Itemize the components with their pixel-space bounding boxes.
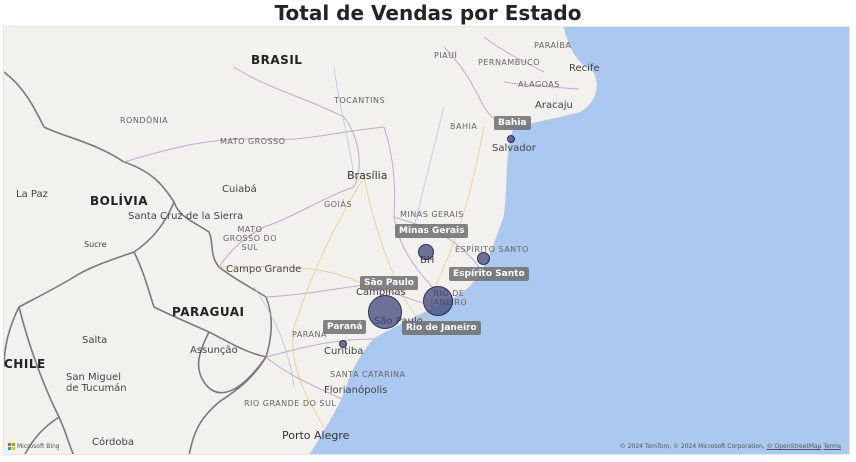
- city-label-aracaju: Aracaju: [535, 100, 573, 111]
- state-label-pernambuco: PERNAMBUCO: [478, 58, 541, 67]
- city-label-porto-alegre: Porto Alegre: [282, 429, 350, 442]
- state-label-rio-grande-do-sul: RIO GRANDE DO SUL: [244, 399, 337, 408]
- country-label-bolivia: BOLÍVIA: [90, 194, 148, 208]
- city-label-tucuman: San Miguel de Tucumán: [66, 372, 127, 394]
- state-label-bahia: BAHIA: [450, 122, 478, 131]
- city-label-assuncao: Assunção: [190, 345, 238, 356]
- state-label-piaui: PIAUÍ: [434, 51, 458, 60]
- terms-link[interactable]: Terms: [823, 443, 841, 450]
- state-label-paraiba: PARAÍBA: [534, 41, 572, 50]
- attribution-text: © 2024 TomTom, © 2024 Microsoft Corporat…: [619, 443, 765, 450]
- city-label-la-paz: La Paz: [16, 189, 48, 200]
- bubble-espirito-santo[interactable]: [477, 252, 490, 265]
- windows-logo-icon: [8, 443, 15, 450]
- map-canvas[interactable]: BRASIL BOLÍVIA PARAGUAI CHILE PIAUÍ PARA…: [3, 26, 850, 455]
- openstreetmap-link[interactable]: © OpenStreetMap: [767, 443, 822, 450]
- bubble-rio-de-janeiro[interactable]: [423, 286, 453, 316]
- city-label-santa-cruz: Santa Cruz de la Sierra: [128, 211, 244, 222]
- state-label-parana: PARANÁ: [292, 330, 327, 339]
- tag-parana: Paraná: [323, 320, 367, 334]
- state-label-mato-grosso-do-sul: MATO GROSSO DO SUL: [222, 225, 277, 252]
- city-label-campo-grande: Campo Grande: [226, 264, 302, 275]
- state-label-minas-gerais: MINAS GERAIS: [400, 210, 464, 219]
- tag-sao-paulo: São Paulo: [360, 276, 418, 290]
- city-label-recife: Recife: [569, 63, 600, 74]
- state-label-tocantins: TOCANTINS: [334, 96, 386, 105]
- bubble-bahia[interactable]: [507, 135, 515, 143]
- country-label-chile: CHILE: [4, 357, 46, 371]
- city-label-salvador: Salvador: [492, 143, 536, 154]
- tag-minas-gerais: Minas Gerais: [395, 224, 469, 238]
- state-label-alagoas: ALAGOAS: [518, 80, 560, 89]
- bubble-sao-paulo[interactable]: [368, 295, 402, 329]
- tag-bahia: Bahia: [494, 116, 531, 130]
- chart-title: Total de Vendas por Estado: [274, 1, 582, 25]
- city-label-sucre: Sucre: [84, 240, 107, 249]
- city-label-brasilia: Brasília: [347, 169, 388, 182]
- state-label-goias: GOIÁS: [324, 200, 352, 209]
- state-label-santa-catarina: SANTA CATARINA: [330, 370, 406, 379]
- state-label-espirito-santo: ESPÍRITO SANTO: [455, 245, 529, 254]
- tag-espirito-santo: Espírito Santo: [449, 267, 529, 281]
- bubble-minas-gerais[interactable]: [418, 244, 434, 260]
- tag-rio-de-janeiro: Rio de Janeiro: [402, 321, 481, 335]
- state-label-mato-grosso: MATO GROSSO: [220, 137, 286, 146]
- country-label-brasil: BRASIL: [251, 53, 303, 67]
- map-attribution: © 2024 TomTom, © 2024 Microsoft Corporat…: [620, 443, 841, 450]
- logo-text: Microsoft Bing: [17, 443, 60, 450]
- city-label-florianopolis: Florianópolis: [324, 385, 388, 396]
- country-label-paraguai: PARAGUAI: [172, 305, 245, 319]
- city-label-cuiaba: Cuiabá: [222, 184, 257, 195]
- bubble-parana[interactable]: [339, 340, 347, 348]
- city-label-cordoba: Córdoba: [92, 437, 134, 448]
- bing-logo: Microsoft Bing: [8, 443, 60, 450]
- state-label-rondonia: RONDÔNIA: [120, 116, 169, 125]
- city-label-salta: Salta: [82, 335, 108, 346]
